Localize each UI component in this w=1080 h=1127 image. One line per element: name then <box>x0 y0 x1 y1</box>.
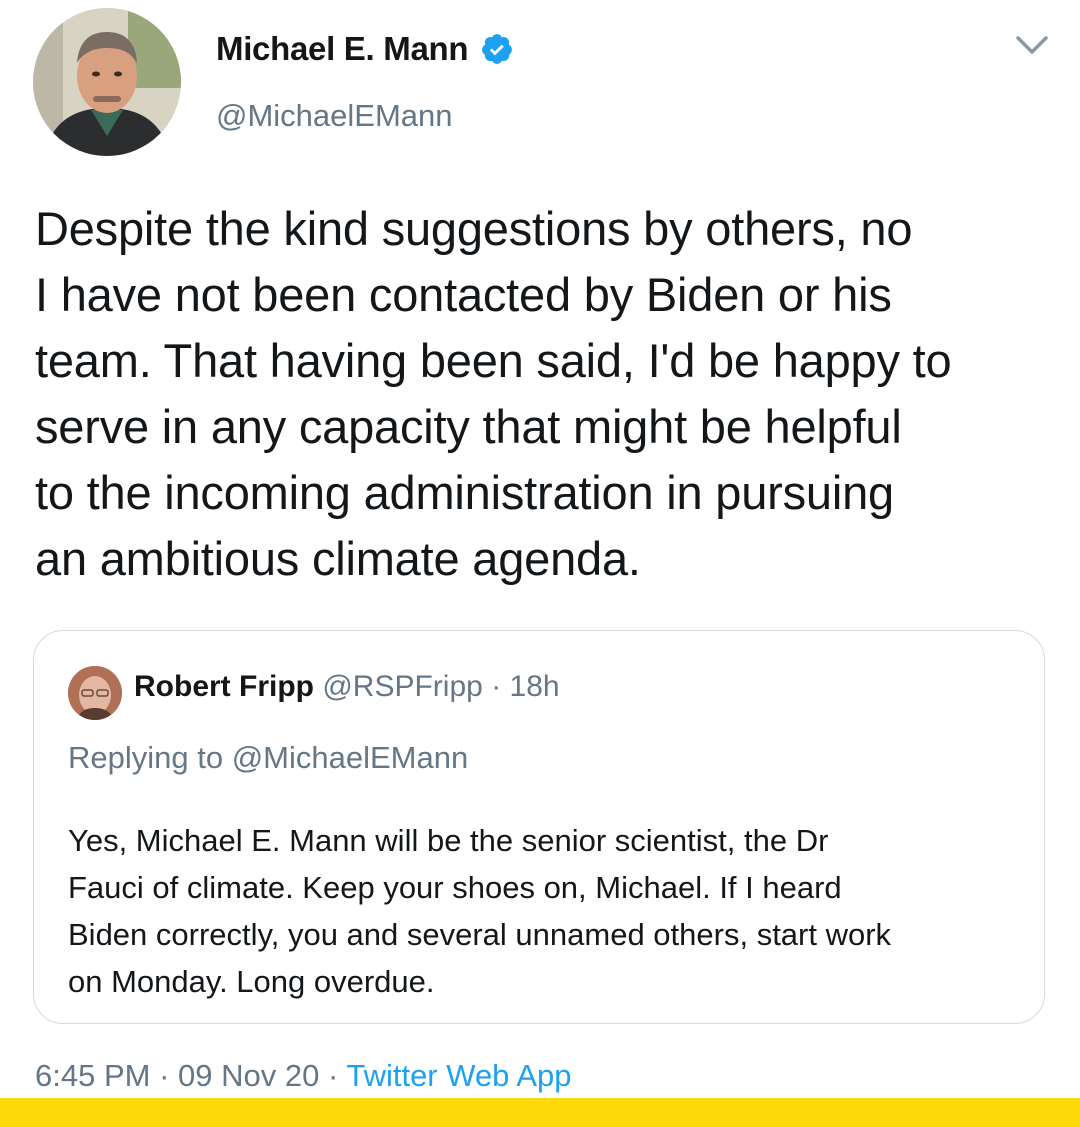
author-name[interactable]: Michael E. Mann <box>216 30 469 68</box>
quoted-author-avatar <box>68 666 122 720</box>
quoted-author-handle[interactable]: @RSPFripp <box>322 670 483 703</box>
tweet-time: 6:45 PM <box>35 1058 151 1093</box>
author-avatar[interactable] <box>33 8 181 156</box>
tweet-footer: 6:45 PM · 09 Nov 20 · Twitter Web App <box>35 1058 572 1094</box>
verified-badge-icon <box>480 32 514 66</box>
author-avatar-image <box>33 8 181 156</box>
quoted-header: Robert Fripp @RSPFripp · 18h <box>134 670 560 704</box>
tweet-text: Despite the kind suggestions by others, … <box>35 202 952 585</box>
footer-separator-2: · <box>319 1058 347 1093</box>
author-name-row: Michael E. Mann <box>216 30 514 68</box>
quoted-age: 18h <box>509 670 560 703</box>
tweet-source-link[interactable]: Twitter Web App <box>346 1058 571 1093</box>
quoted-author-name[interactable]: Robert Fripp <box>134 670 314 703</box>
footer-separator-1: · <box>150 1058 179 1093</box>
quoted-replying-to: Replying to @MichaelEMann <box>68 740 469 775</box>
quoted-separator: · <box>491 670 510 703</box>
quoted-text: Yes, Michael E. Mann will be the senior … <box>68 823 892 999</box>
quoted-tweet-card[interactable]: Robert Fripp @RSPFripp · 18h Replying to… <box>33 630 1045 1024</box>
tweet-date: 09 Nov 20 <box>178 1058 320 1093</box>
author-handle[interactable]: @MichaelEMann <box>216 98 453 134</box>
quoted-author-avatar-image <box>68 666 122 720</box>
bottom-highlight-bar <box>0 1098 1080 1127</box>
chevron-down-icon[interactable] <box>1012 32 1052 60</box>
